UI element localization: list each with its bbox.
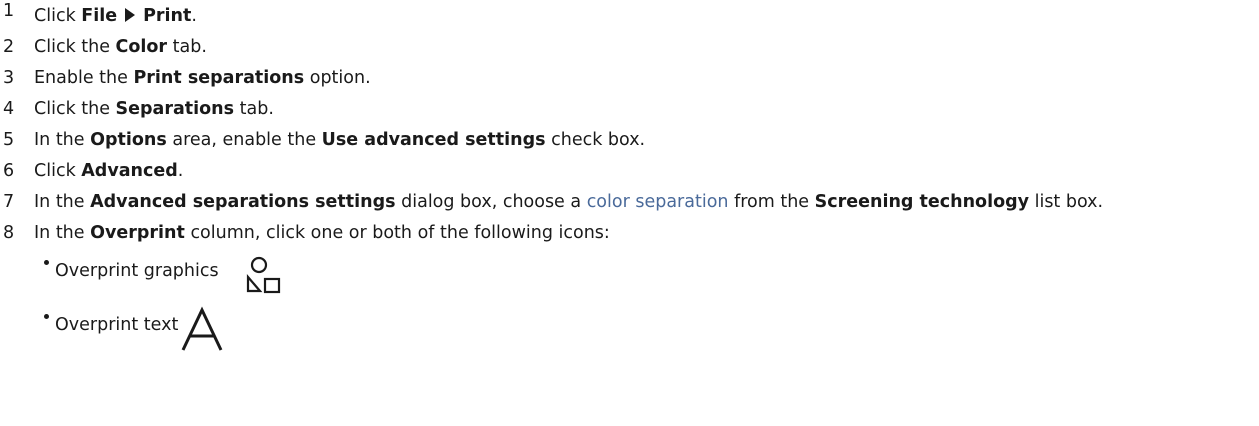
- ui-term-screening-technology: Screening technology: [814, 192, 1030, 212]
- step-text-part: Click: [34, 161, 82, 181]
- step-number: 1: [3, 1, 15, 21]
- step-number: 7: [3, 192, 15, 212]
- ui-term-advanced: Advanced: [81, 161, 178, 181]
- ui-term-file: File: [81, 6, 118, 26]
- step-text-part: Enable the: [34, 68, 134, 88]
- step-text-part: Click the: [34, 37, 116, 57]
- step-text: Click the Color tab.: [34, 32, 207, 62]
- overprint-graphics-icon: [246, 256, 281, 294]
- step-text-part: column, click one or both of the followi…: [184, 223, 610, 243]
- step-text-part: tab.: [167, 37, 207, 57]
- step-text-part: list box.: [1029, 192, 1104, 212]
- step-text-part: In the: [34, 223, 91, 243]
- step-text-part: from the: [728, 192, 815, 212]
- step-number: 4: [3, 99, 15, 119]
- ui-term-print-separations: Print separations: [133, 68, 305, 88]
- ui-term-overprint: Overprint: [90, 223, 185, 243]
- step-number: 5: [3, 130, 15, 150]
- step-text: In the Overprint column, click one or bo…: [34, 218, 610, 248]
- step-number: 8: [3, 223, 15, 243]
- step-text-part: Click the: [34, 99, 116, 119]
- ui-term-options: Options: [90, 130, 167, 150]
- ui-term-advanced-separations-settings: Advanced separations settings: [90, 192, 396, 212]
- ui-term-color: Color: [115, 37, 168, 57]
- ui-term-use-advanced-settings: Use advanced settings: [321, 130, 546, 150]
- step-text-part: .: [177, 161, 184, 181]
- step-text-part: Click: [34, 6, 82, 26]
- color-separation-link[interactable]: color separation: [587, 192, 729, 212]
- step-number: 6: [3, 161, 15, 181]
- step-number: 3: [3, 68, 15, 88]
- step-number: 2: [3, 37, 15, 57]
- step-text-part: dialog box, choose a: [395, 192, 587, 212]
- step-text-part: In the: [34, 130, 91, 150]
- bullet-label: Overprint text: [55, 315, 179, 335]
- step-text-part: In the: [34, 192, 91, 212]
- step-text: Click File Print.: [34, 1, 197, 31]
- step-text: Enable the Print separations option.: [34, 63, 371, 93]
- bullet-dot: [44, 260, 49, 265]
- step-text-part: area, enable the: [166, 130, 322, 150]
- step-text-part: option.: [304, 68, 371, 88]
- step-text: In the Advanced separations settings dia…: [34, 187, 1103, 217]
- step-text-part: check box.: [545, 130, 646, 150]
- step-text: Click Advanced.: [34, 156, 183, 186]
- bullet-dot: [44, 314, 49, 319]
- ui-term-print: Print: [143, 6, 192, 26]
- overprint-text-icon: [181, 306, 223, 351]
- step-text-part: tab.: [234, 99, 274, 119]
- step-text: In the Options area, enable the Use adva…: [34, 125, 645, 155]
- step-text-part: .: [191, 6, 197, 26]
- ui-term-separations: Separations: [115, 99, 235, 119]
- step-text: Click the Separations tab.: [34, 94, 274, 124]
- menu-arrow-icon: [125, 8, 136, 22]
- bullet-label: Overprint graphics: [55, 261, 219, 281]
